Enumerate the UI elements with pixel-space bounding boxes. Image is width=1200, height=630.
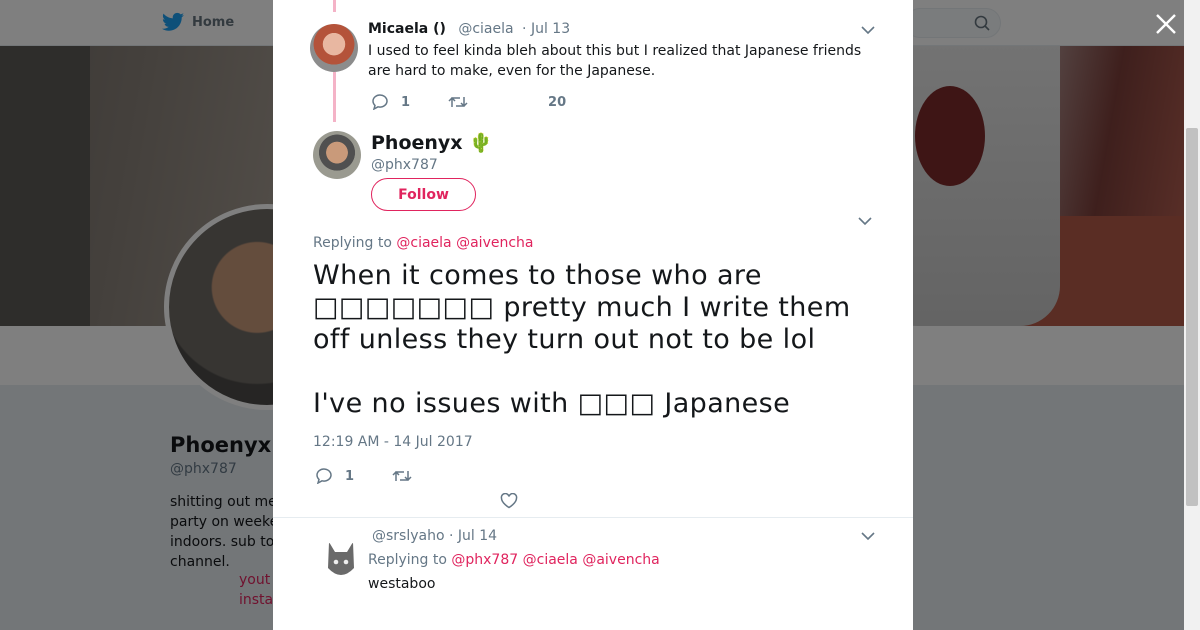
chevron-down-icon[interactable]: [861, 531, 875, 541]
author-name-row[interactable]: Phoenyx 🌵: [371, 131, 493, 154]
cat-avatar-icon[interactable]: [323, 538, 359, 580]
reply-header: @srslyaho · Jul 14: [372, 528, 497, 544]
replying-prefix: Replying to: [368, 552, 447, 568]
avatar[interactable]: [313, 131, 361, 179]
reply-icon: [316, 468, 332, 484]
tweet-actions: 1 20: [371, 94, 566, 110]
tweet-modal: Micaela () @ciaela · Jul 13 I used to fe…: [273, 0, 913, 630]
mention-link[interactable]: @phx787: [451, 552, 518, 568]
thread-line: [333, 0, 336, 12]
reply-count: 1: [345, 468, 355, 484]
author-handle[interactable]: @phx787: [371, 157, 438, 173]
author-name[interactable]: Micaela (): [368, 21, 446, 37]
tweet-date[interactable]: · Jul 14: [449, 528, 497, 544]
close-icon[interactable]: [1154, 12, 1178, 36]
tweet-text: When it comes to those who are □□□□□□□ p…: [313, 260, 888, 420]
tweet-timestamp[interactable]: 12:19 AM - 14 Jul 2017: [313, 434, 473, 450]
author-handle[interactable]: @srslyaho: [372, 528, 445, 544]
tweet-actions: 1: [315, 468, 412, 484]
mention-link[interactable]: @aivencha: [582, 552, 659, 568]
heart-icon[interactable]: [500, 493, 518, 509]
cactus-icon: 🌵: [469, 132, 493, 154]
author-name: Phoenyx: [371, 132, 463, 154]
tweet-text: I used to feel kinda bleh about this but…: [368, 43, 862, 79]
reply-button[interactable]: 1: [371, 94, 410, 110]
replying-to: Replying to @phx787 @ciaela @aivencha: [368, 552, 660, 568]
reply-tweet[interactable]: @srslyaho · Jul 14 Replying to @phx787 @…: [273, 518, 913, 630]
reply-count: 1: [401, 94, 411, 110]
author-handle[interactable]: @ciaela: [458, 21, 513, 37]
like-count: 20: [548, 94, 567, 110]
mention-link[interactable]: @aivencha: [456, 235, 533, 251]
like-button[interactable]: 20: [548, 95, 566, 110]
mention-link[interactable]: @ciaela: [523, 552, 578, 568]
tweet-date[interactable]: · Jul 13: [522, 21, 570, 37]
scrollbar[interactable]: [1184, 0, 1200, 630]
retweet-button[interactable]: [448, 95, 468, 109]
avatar[interactable]: [310, 24, 358, 72]
thread-line: [333, 72, 336, 122]
chevron-down-icon[interactable]: [858, 216, 872, 226]
scrollbar-thumb[interactable]: [1186, 128, 1198, 506]
tweet-paragraph: When it comes to those who are □□□□□□□ p…: [313, 260, 851, 355]
retweet-button[interactable]: [392, 469, 412, 483]
tweet-text: westaboo: [368, 576, 436, 592]
follow-button[interactable]: Follow: [371, 178, 476, 211]
replying-to: Replying to @ciaela @aivencha: [313, 235, 533, 251]
reply-icon: [372, 94, 388, 110]
replying-prefix: Replying to: [313, 235, 392, 251]
chevron-down-icon[interactable]: [861, 25, 875, 35]
mention-link[interactable]: @ciaela: [396, 235, 451, 251]
retweet-icon: [448, 96, 468, 108]
tweet-paragraph: I've no issues with □□□ Japanese: [313, 388, 791, 419]
tweet-header: Micaela () @ciaela · Jul 13: [368, 21, 570, 37]
reply-button[interactable]: 1: [315, 468, 354, 484]
retweet-icon: [392, 470, 412, 482]
